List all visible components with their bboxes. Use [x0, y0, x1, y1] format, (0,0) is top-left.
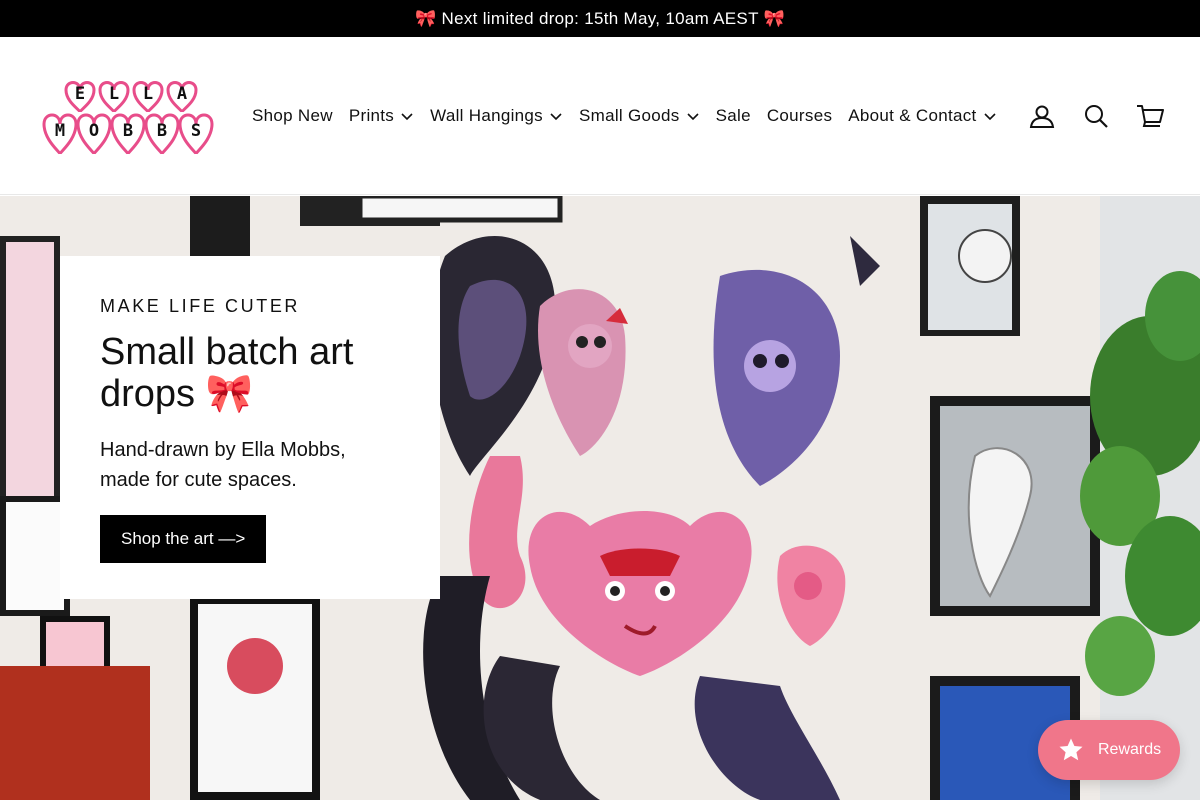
- search-icon: [1085, 104, 1108, 128]
- main-nav: Shop New Prints Wall Hangings Small Good…: [244, 106, 1028, 126]
- nav-item-label: About & Contact: [848, 105, 977, 125]
- account-button[interactable]: [1028, 102, 1056, 130]
- chevron-down-icon: [687, 112, 699, 120]
- nav-item-label: Small Goods: [578, 105, 680, 125]
- svg-text:E: E: [75, 84, 85, 104]
- nav-item-small-goods[interactable]: Small Goods: [571, 106, 708, 126]
- cart-button[interactable]: [1136, 102, 1164, 130]
- user-icon: [1029, 105, 1055, 128]
- nav-item-courses[interactable]: Courses: [759, 106, 840, 126]
- nav-item-wall-hangings[interactable]: Wall Hangings: [422, 106, 571, 126]
- star-icon: [1059, 738, 1083, 761]
- announcement-bar: 🎀 Next limited drop: 15th May, 10am AEST…: [0, 0, 1200, 37]
- header-icons: [1028, 102, 1164, 130]
- svg-text:S: S: [191, 121, 201, 141]
- nav-item-label: Shop New: [252, 105, 333, 125]
- svg-text:M: M: [55, 121, 65, 141]
- nav-item-label: Prints: [348, 105, 395, 125]
- chevron-down-icon: [401, 112, 413, 120]
- nav-item-about-contact[interactable]: About & Contact: [840, 106, 1004, 126]
- svg-text:O: O: [89, 121, 99, 141]
- nav-item-label: Wall Hangings: [430, 105, 543, 125]
- svg-text:B: B: [123, 121, 133, 141]
- nav-item-label: Courses: [766, 105, 833, 125]
- nav-item-label: Sale: [715, 105, 751, 125]
- svg-text:L: L: [143, 84, 153, 104]
- rewards-button[interactable]: Rewards: [1038, 720, 1180, 780]
- logo[interactable]: E L L A M O B B S: [40, 72, 218, 160]
- hero-banner: MAKE LIFE CUTER Small batch art drops 🎀 …: [0, 196, 1200, 800]
- svg-text:L: L: [109, 84, 119, 104]
- svg-text:B: B: [157, 121, 167, 141]
- hero-headline: Small batch art drops 🎀: [100, 331, 354, 415]
- search-button[interactable]: [1082, 102, 1110, 130]
- hero-eyebrow: MAKE LIFE CUTER: [100, 296, 301, 316]
- hero-subtext: Hand-drawn by Ella Mobbs, made for cute …: [100, 439, 346, 491]
- nav-item-shop-new[interactable]: Shop New: [244, 106, 341, 126]
- nav-item-prints[interactable]: Prints: [341, 106, 422, 126]
- shop-the-art-button[interactable]: Shop the art —>: [100, 515, 267, 563]
- announcement-text: 🎀 Next limited drop: 15th May, 10am AEST…: [415, 8, 785, 28]
- chevron-down-icon: [550, 112, 562, 120]
- site-header: E L L A M O B B S Shop New Prints Wall H…: [0, 37, 1200, 195]
- cart-icon: [1137, 104, 1164, 127]
- chevron-down-icon: [983, 112, 996, 120]
- logo-graphic: E L L A M O B B S: [42, 80, 214, 155]
- rewards-label: Rewards: [1098, 741, 1162, 758]
- svg-text:A: A: [177, 84, 187, 104]
- hero-card: MAKE LIFE CUTER Small batch art drops 🎀 …: [60, 256, 440, 599]
- nav-item-sale[interactable]: Sale: [708, 106, 759, 126]
